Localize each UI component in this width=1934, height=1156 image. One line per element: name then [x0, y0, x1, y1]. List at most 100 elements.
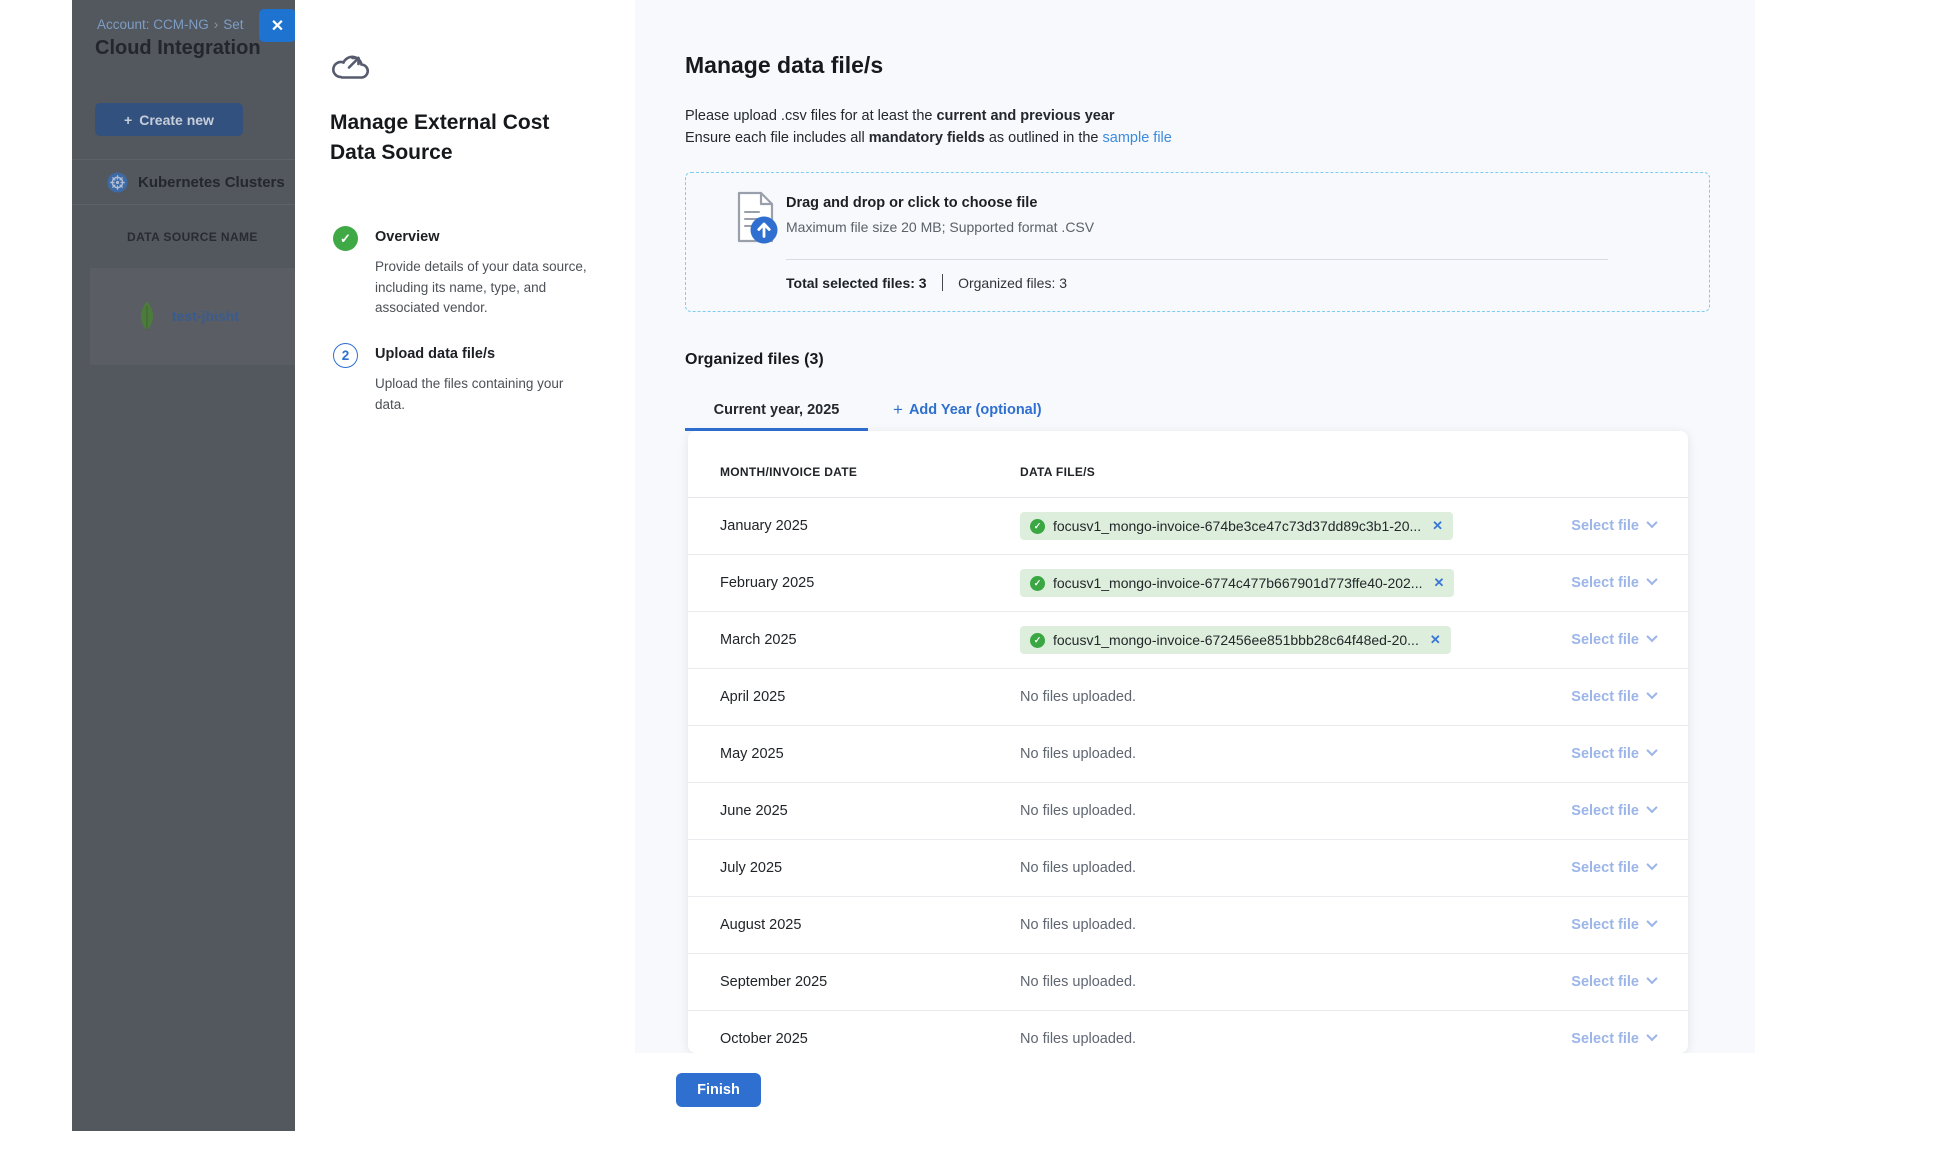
month-label: May 2025	[720, 746, 1020, 762]
month-label: October 2025	[720, 1031, 1020, 1047]
select-file-dropdown[interactable]: Select file	[1536, 1031, 1656, 1047]
tab-add-year[interactable]: + Add Year (optional)	[893, 400, 1042, 420]
chevron-down-icon	[1646, 859, 1657, 870]
total-selected-files: Total selected files: 3	[786, 275, 927, 291]
dropzone-title: Drag and drop or click to choose file	[786, 195, 1037, 211]
chevron-down-icon	[1646, 745, 1657, 756]
month-label: August 2025	[720, 917, 1020, 933]
file-name: focusv1_mongo-invoice-674be3ce47c73d37dd…	[1053, 518, 1421, 534]
create-new-button[interactable]: + Create new	[95, 103, 243, 136]
page-title: Cloud Integration	[95, 37, 261, 60]
month-label: September 2025	[720, 974, 1020, 990]
plus-icon: +	[893, 400, 903, 420]
step-label: Upload data file/s	[375, 346, 495, 362]
remove-file-icon[interactable]: ✕	[1432, 518, 1443, 534]
finish-button[interactable]: Finish	[676, 1073, 761, 1107]
file-chip: ✓ focusv1_mongo-invoice-672456ee851bbb28…	[1020, 626, 1451, 654]
select-file-dropdown[interactable]: Select file	[1536, 860, 1656, 876]
month-label: June 2025	[720, 803, 1020, 819]
chevron-down-icon	[1646, 802, 1657, 813]
breadcrumb-account-link[interactable]: Account: CCM-NG	[97, 17, 209, 32]
dropzone-file-counts: Total selected files: 3 Organized files:…	[786, 274, 1067, 291]
wizard-title: Manage External Cost Data Source	[330, 108, 590, 168]
month-label: July 2025	[720, 860, 1020, 876]
sample-file-link[interactable]: sample file	[1103, 130, 1172, 146]
select-file-dropdown[interactable]: Select file	[1536, 803, 1656, 819]
organized-files-count: Organized files: 3	[958, 275, 1067, 291]
table-row: March 2025 ✓ focusv1_mongo-invoice-67245…	[688, 612, 1688, 669]
select-file-dropdown[interactable]: Select file	[1536, 689, 1656, 705]
remove-file-icon[interactable]: ✕	[1430, 632, 1441, 648]
select-file-dropdown[interactable]: Select file	[1536, 917, 1656, 933]
mongodb-leaf-icon	[138, 301, 156, 331]
no-files-text: No files uploaded.	[1020, 1031, 1136, 1047]
chevron-down-icon	[1646, 688, 1657, 699]
wizard-panel: Manage External Cost Data Source ✓ Overv…	[295, 0, 635, 1131]
cloud-export-icon	[330, 50, 372, 84]
no-files-text: No files uploaded.	[1020, 860, 1136, 876]
file-chip: ✓ focusv1_mongo-invoice-674be3ce47c73d37…	[1020, 512, 1453, 540]
month-label: April 2025	[720, 689, 1020, 705]
table-row: June 2025 No files uploaded. Select file	[688, 783, 1688, 840]
breadcrumb: Account: CCM-NG›Set	[97, 17, 244, 32]
close-icon: ✕	[271, 16, 284, 36]
chevron-down-icon	[1646, 631, 1657, 642]
vertical-separator	[942, 274, 944, 291]
file-dropzone[interactable]: Drag and drop or click to choose file Ma…	[685, 172, 1710, 312]
panel-heading: Manage data file/s	[685, 52, 883, 79]
select-file-dropdown[interactable]: Select file	[1536, 518, 1656, 534]
step-description: Provide details of your data source, inc…	[375, 257, 593, 319]
month-label: January 2025	[720, 518, 1020, 534]
select-file-dropdown[interactable]: Select file	[1536, 974, 1656, 990]
file-chip: ✓ focusv1_mongo-invoice-6774c477b667901d…	[1020, 569, 1454, 597]
no-files-text: No files uploaded.	[1020, 917, 1136, 933]
no-files-text: No files uploaded.	[1020, 689, 1136, 705]
upload-step-panel: Manage data file/s Please upload .csv fi…	[635, 0, 1755, 1053]
table-row: July 2025 No files uploaded. Select file	[688, 840, 1688, 897]
divider	[72, 204, 295, 205]
table-header: MONTH/INVOICE DATE DATA FILE/S	[688, 431, 1688, 498]
file-upload-icon	[732, 190, 780, 246]
step-description: Upload the files containing your data.	[375, 374, 593, 415]
divider	[786, 259, 1608, 260]
table-row: May 2025 No files uploaded. Select file	[688, 726, 1688, 783]
chevron-down-icon	[1646, 973, 1657, 984]
select-file-dropdown[interactable]: Select file	[1536, 746, 1656, 762]
month-label: March 2025	[720, 632, 1020, 648]
organized-files-heading: Organized files (3)	[685, 351, 824, 369]
column-header-month: MONTH/INVOICE DATE	[720, 465, 1020, 497]
instruction-line-1: Please upload .csv files for at least th…	[685, 108, 1115, 124]
chevron-down-icon	[1646, 574, 1657, 585]
year-tabs: Current year, 2025 + Add Year (optional)	[685, 390, 1042, 430]
dimmed-background-page: Account: CCM-NG›Set Cloud Integration + …	[72, 0, 295, 1131]
no-files-text: No files uploaded.	[1020, 746, 1136, 762]
data-source-link[interactable]: test-jbisht	[172, 308, 239, 324]
table-row: September 2025 No files uploaded. Select…	[688, 954, 1688, 1011]
month-label: February 2025	[720, 575, 1020, 591]
plus-icon: +	[124, 112, 132, 128]
breadcrumb-settings-link[interactable]: Set	[223, 17, 243, 32]
remove-file-icon[interactable]: ✕	[1433, 575, 1444, 591]
chevron-down-icon	[1646, 517, 1657, 528]
check-circle-icon: ✓	[1030, 576, 1045, 591]
file-name: focusv1_mongo-invoice-672456ee851bbb28c6…	[1053, 632, 1419, 648]
tab-current-year[interactable]: Current year, 2025	[685, 390, 868, 430]
modal-close-button[interactable]: ✕	[259, 9, 296, 42]
no-files-text: No files uploaded.	[1020, 803, 1136, 819]
step-complete-check-icon: ✓	[333, 226, 358, 251]
chevron-down-icon	[1646, 916, 1657, 927]
table-row: April 2025 No files uploaded. Select fil…	[688, 669, 1688, 726]
no-files-text: No files uploaded.	[1020, 974, 1136, 990]
column-header-data-source-name: DATA SOURCE NAME	[127, 230, 258, 244]
select-file-dropdown[interactable]: Select file	[1536, 632, 1656, 648]
chevron-down-icon	[1646, 1030, 1657, 1041]
tab-kubernetes-clusters[interactable]: Kubernetes Clusters	[72, 160, 295, 204]
table-row: October 2025 No files uploaded. Select f…	[688, 1011, 1688, 1053]
table-row: August 2025 No files uploaded. Select fi…	[688, 897, 1688, 954]
select-file-dropdown[interactable]: Select file	[1536, 575, 1656, 591]
organized-files-card: MONTH/INVOICE DATE DATA FILE/S January 2…	[688, 431, 1688, 1053]
file-name: focusv1_mongo-invoice-6774c477b667901d77…	[1053, 575, 1422, 591]
kubernetes-icon	[107, 172, 128, 193]
column-header-file: DATA FILE/S	[1020, 465, 1656, 497]
step-number-badge: 2	[333, 343, 358, 368]
